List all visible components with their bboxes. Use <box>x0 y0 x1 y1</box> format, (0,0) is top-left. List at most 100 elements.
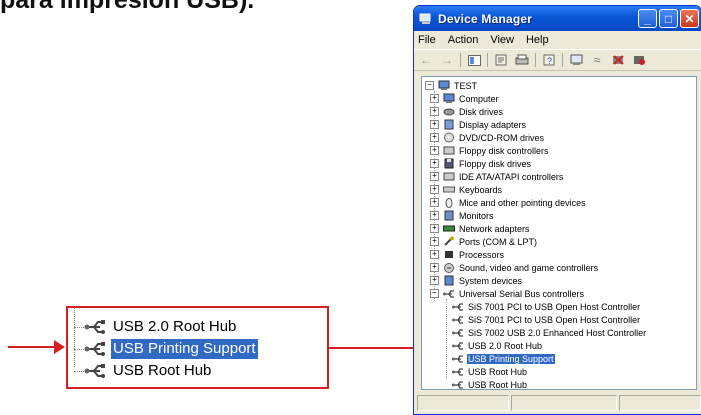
usb-icon <box>452 368 463 376</box>
tree-category-11[interactable]: + Ports (COM & LPT) <box>430 235 538 248</box>
expand-icon[interactable]: + <box>430 159 439 168</box>
usb-device-5[interactable]: USB Root Hub <box>452 365 528 378</box>
usb-device-2[interactable]: SiS 7002 USB 2.0 Enhanced Host Controlle… <box>452 326 647 339</box>
usb-icon <box>452 316 463 324</box>
update-driver-icon[interactable]: ≈ <box>589 53 605 67</box>
expand-icon[interactable]: + <box>430 133 439 142</box>
back-icon[interactable]: ← <box>418 53 434 67</box>
close-button[interactable]: ✕ <box>680 9 699 28</box>
tree-category-label: Mice and other pointing devices <box>459 197 586 208</box>
maximize-button[interactable]: □ <box>659 9 678 28</box>
usb-icon <box>443 290 454 298</box>
connector-arrow-segment <box>329 347 387 349</box>
usb-device-1[interactable]: SiS 7001 PCI to USB Open Host Controller <box>452 313 641 326</box>
usb-device-label: SiS 7002 USB 2.0 Enhanced Host Controlle… <box>468 327 647 338</box>
usb-icon <box>452 381 463 389</box>
tree-category-9[interactable]: + Monitors <box>430 209 495 222</box>
expand-icon[interactable]: + <box>430 107 439 116</box>
usb-device-4[interactable]: USB Printing Support <box>452 352 555 365</box>
usb-device-label: USB Root Hub <box>468 379 528 390</box>
device-manager-icon <box>419 13 431 24</box>
tree-root-test[interactable]: − TEST <box>425 79 478 92</box>
tree-category-label: Display adapters <box>459 119 527 130</box>
usb-icon <box>84 342 105 356</box>
tree-category-1[interactable]: + Disk drives <box>430 105 504 118</box>
title-bar[interactable]: Device Manager _ □ ✕ <box>414 6 701 31</box>
tree-category-14[interactable]: + System devices <box>430 274 523 287</box>
forward-icon[interactable]: → <box>439 53 455 67</box>
tree-category-label: Ports (COM & LPT) <box>459 236 538 247</box>
tree-category-5[interactable]: + Floppy disk drives <box>430 157 532 170</box>
tree-category-0[interactable]: + Computer <box>430 92 500 105</box>
collapse-icon[interactable]: − <box>425 81 434 90</box>
status-pane <box>510 395 618 411</box>
tree-category-2[interactable]: + Display adapters <box>430 118 527 131</box>
usb-device-3[interactable]: USB 2.0 Root Hub <box>452 339 543 352</box>
collapse-icon[interactable]: − <box>430 289 439 298</box>
help-icon[interactable]: ? <box>541 53 557 67</box>
device-tree[interactable]: − TEST + Computer + Disk drives + Display ada… <box>421 76 697 390</box>
cdrom-icon <box>444 132 454 143</box>
uninstall-icon[interactable] <box>610 53 626 67</box>
expand-icon[interactable]: + <box>430 224 439 233</box>
usb-device-label: SiS 7001 PCI to USB Open Host Controller <box>468 314 641 325</box>
expand-icon[interactable]: + <box>430 211 439 220</box>
tree-category-label: Keyboards <box>459 184 503 195</box>
expand-icon[interactable]: + <box>430 146 439 155</box>
tree-category-10[interactable]: + Network adapters <box>430 222 531 235</box>
menu-action[interactable]: Action <box>448 34 479 46</box>
expand-icon[interactable]: + <box>430 172 439 181</box>
expand-icon[interactable]: + <box>430 263 439 272</box>
tree-category-6[interactable]: + IDE ATA/ATAPI controllers <box>430 170 564 183</box>
status-pane <box>417 395 509 411</box>
tree-category-15[interactable]: − Universal Serial Bus controllers <box>430 287 585 300</box>
tree-category-label: Floppy disk drives <box>459 158 532 169</box>
usb-device-0[interactable]: SiS 7001 PCI to USB Open Host Controller <box>452 300 641 313</box>
usb-icon <box>452 342 463 350</box>
tree-category-label: System devices <box>459 275 523 286</box>
expand-icon[interactable]: + <box>430 237 439 246</box>
tree-category-label: Floppy disk controllers <box>459 145 549 156</box>
menu-help[interactable]: Help <box>526 34 549 46</box>
tree-category-4[interactable]: + Floppy disk controllers <box>430 144 550 157</box>
expand-icon[interactable]: + <box>430 185 439 194</box>
tree-category-7[interactable]: + Keyboards <box>430 183 503 196</box>
tree-category-label: Processors <box>459 249 505 260</box>
tree-category-12[interactable]: + Processors <box>430 248 505 261</box>
expand-icon[interactable]: + <box>430 120 439 129</box>
usb-device-label: USB Root Hub <box>468 366 528 377</box>
show-hide-icon[interactable] <box>466 53 482 67</box>
expand-icon[interactable]: + <box>430 198 439 207</box>
usb-device-label: USB Printing Support <box>467 353 555 364</box>
expand-icon[interactable]: + <box>430 276 439 285</box>
usb-icon <box>452 329 463 337</box>
menu-view[interactable]: View <box>490 34 514 46</box>
status-pane <box>619 395 701 411</box>
expand-icon[interactable]: + <box>430 94 439 103</box>
callout-item-label: USB Printing Support <box>111 339 258 359</box>
disk-icon <box>443 108 455 116</box>
menu-file[interactable]: File <box>418 34 436 46</box>
scan-icon[interactable] <box>568 53 584 67</box>
tree-category-label: Universal Serial Bus controllers <box>459 288 585 299</box>
network-icon <box>443 225 455 232</box>
print-icon[interactable] <box>514 53 530 67</box>
tree-category-13[interactable]: + Sound, video and game controllers <box>430 261 599 274</box>
usb-device-6[interactable]: USB Root Hub <box>452 378 528 390</box>
tree-category-3[interactable]: + DVD/CD-ROM drives <box>430 131 545 144</box>
tree-category-8[interactable]: + Mice and other pointing devices <box>430 196 587 209</box>
controller-icon <box>443 172 455 181</box>
display-icon <box>444 119 454 130</box>
callout-item-usb-root-hub[interactable]: USB Root Hub <box>74 360 213 382</box>
callout-item-usb-2-root-hub[interactable]: USB 2.0 Root Hub <box>74 316 238 338</box>
disable-icon[interactable] <box>631 53 647 67</box>
properties-icon[interactable] <box>493 53 509 67</box>
minimize-button[interactable]: _ <box>638 9 657 28</box>
menu-bar: File Action View Help <box>414 31 701 49</box>
computer-icon <box>438 80 450 90</box>
callout-item-usb-printing-support[interactable]: USB Printing Support <box>74 338 258 360</box>
expand-icon[interactable]: + <box>430 250 439 259</box>
window-title: Device Manager <box>438 11 533 26</box>
usb-device-label: SiS 7001 PCI to USB Open Host Controller <box>468 301 641 312</box>
keyboard-icon <box>443 186 455 193</box>
